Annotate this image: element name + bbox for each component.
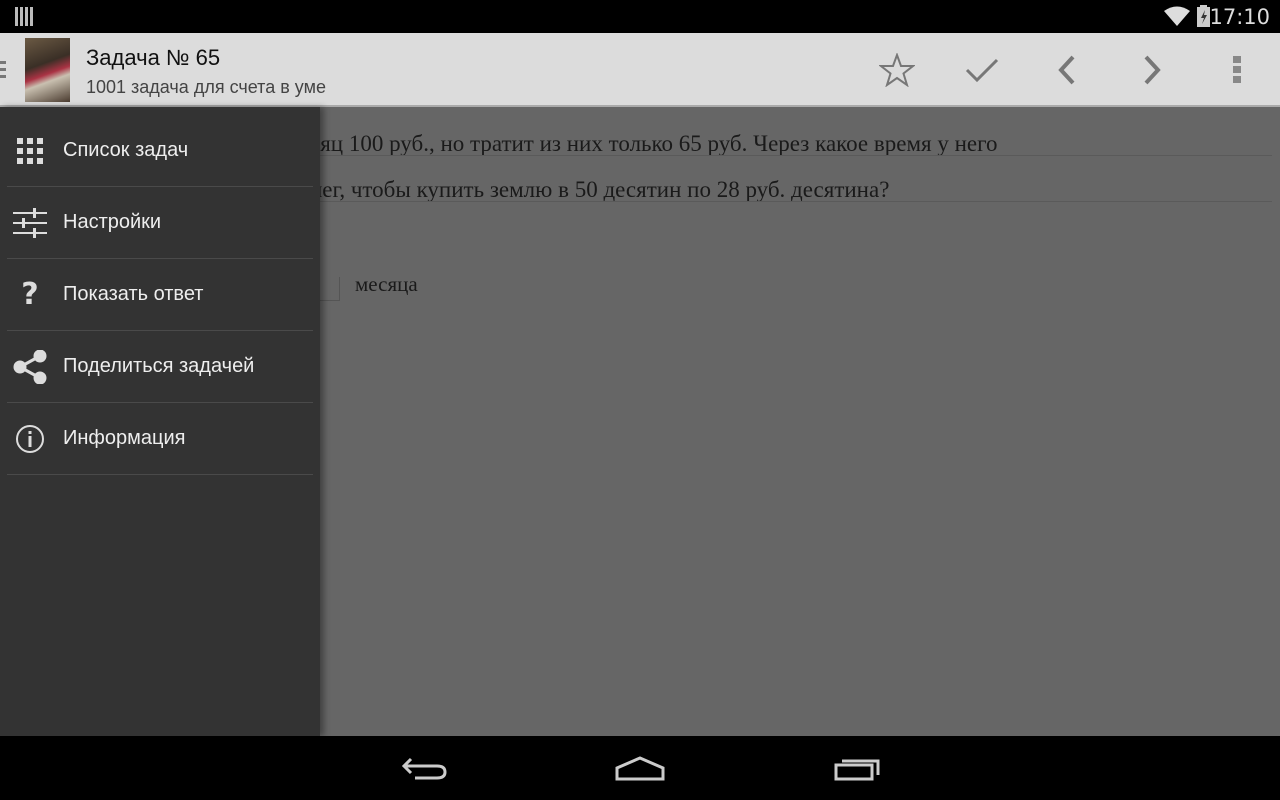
system-nav-bar (0, 736, 1280, 800)
recents-button[interactable] (827, 746, 887, 790)
drawer-item-show-answer[interactable]: ? Показать ответ (7, 259, 313, 331)
info-icon (9, 419, 51, 459)
status-bar: 17:10 (0, 0, 1280, 33)
drawer-indicator-icon[interactable] (0, 61, 6, 79)
sliders-icon (9, 203, 51, 243)
action-bar: Задача № 65 1001 задача для счета в уме (0, 33, 1280, 107)
problem-text-line: сяц 100 руб., но тратит из них только 65… (310, 131, 998, 156)
home-icon (615, 756, 665, 781)
drawer-item-label: Показать ответ (63, 283, 204, 305)
star-icon (879, 53, 915, 87)
chevron-left-icon (1058, 55, 1075, 85)
drawer-item-settings[interactable]: Настройки (7, 187, 313, 259)
clock: 17:10 (1209, 5, 1270, 29)
problem-text-line: нег, чтобы купить землю в 50 десятин по … (310, 177, 890, 202)
chevron-right-icon (1144, 55, 1161, 85)
drawer-item-label: Поделиться задачей (63, 355, 255, 377)
page-title: Задача № 65 (86, 45, 221, 70)
notification-icon (15, 7, 33, 26)
overflow-menu-button[interactable] (1197, 33, 1277, 107)
drawer-item-share[interactable]: Поделиться задачей (7, 331, 313, 403)
page-subtitle: 1001 задача для счета в уме (86, 77, 326, 97)
grid-icon (9, 131, 51, 171)
favorite-button[interactable] (857, 33, 937, 107)
back-button[interactable] (394, 746, 454, 790)
drawer-item-label: Список задач (63, 139, 189, 161)
back-icon (401, 757, 447, 780)
previous-button[interactable] (1027, 33, 1107, 107)
check-button[interactable] (942, 33, 1022, 107)
divider (310, 155, 1272, 156)
drawer-item-label: Информация (63, 427, 186, 449)
drawer-item-label: Настройки (63, 211, 162, 233)
wifi-icon (1164, 6, 1190, 26)
battery-icon (1197, 5, 1210, 27)
app-icon[interactable] (25, 38, 70, 102)
share-icon (9, 347, 51, 387)
home-button[interactable] (610, 746, 670, 790)
divider (310, 201, 1272, 202)
recents-icon (834, 759, 880, 781)
answer-unit: месяца (355, 272, 418, 296)
drawer-item-task-list[interactable]: Список задач (7, 115, 313, 187)
more-vert-icon (1233, 56, 1241, 83)
navigation-drawer: Список задач Настройки ? Показать ответ … (0, 107, 320, 736)
question-icon: ? (21, 277, 39, 312)
check-icon (965, 58, 999, 83)
drawer-item-info[interactable]: Информация (7, 403, 313, 475)
next-button[interactable] (1112, 33, 1192, 107)
